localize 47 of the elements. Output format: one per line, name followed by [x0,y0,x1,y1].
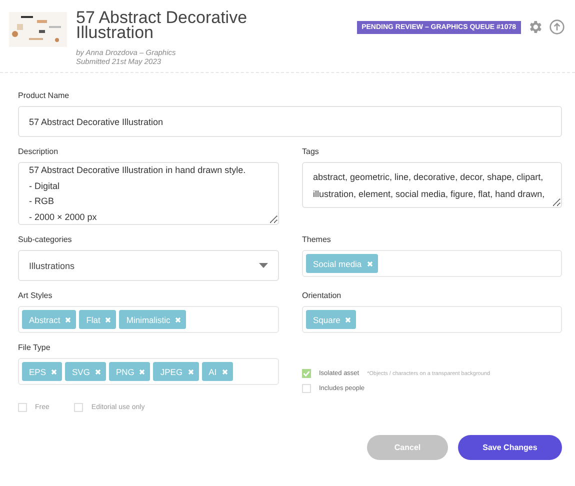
field-label: Orientation [302,291,342,300]
thumbnail-drawing [9,12,67,47]
tag-input[interactable]: Square [302,306,562,333]
field-label: Themes [302,235,332,244]
tag-input[interactable]: EPS SVG PNG JPEG AI [18,358,279,385]
tag-chip[interactable]: Social media [306,254,378,273]
field-label: Tags [302,147,320,156]
tag-chip[interactable]: PNG [108,362,150,381]
remove-icon[interactable] [139,368,146,374]
tag-chip[interactable]: Flat [79,310,116,329]
tag-chip[interactable]: Square [306,310,356,329]
remove-icon[interactable] [94,368,101,374]
remove-icon[interactable] [222,368,228,374]
field-label: Art Styles [18,291,54,300]
field-label: Sub-categories [18,235,73,244]
field-label: File Type [18,343,52,352]
cancel-button[interactable]: Cancel [367,435,448,460]
product-name-field[interactable]: 57 Abstract Decorative Illustration [18,106,562,137]
tag-chip[interactable]: JPEG [153,362,199,381]
settings-icon[interactable] [527,19,543,35]
field-label: Description [18,147,60,156]
remove-icon[interactable] [65,316,72,322]
subcategory-select[interactable]: Illustrations [18,250,279,281]
field-label: Product Name [18,91,70,100]
save-button[interactable]: Save Changes [458,435,562,460]
upload-icon[interactable] [549,19,565,35]
tag-chip[interactable]: Abstract [22,310,76,329]
checkbox[interactable] [302,384,311,393]
remove-icon[interactable] [51,368,58,374]
tag-chip[interactable]: Minimalistic [119,310,186,329]
checkbox[interactable] [74,403,84,412]
description-field[interactable]: 57 Abstract Decorative Illustration in hand drawn style. - Digital - RGB - 2000 × 2000 px [18,162,279,225]
remove-icon[interactable] [105,316,112,322]
checkbox[interactable] [18,403,27,412]
checkbox[interactable] [302,369,311,378]
remove-icon[interactable] [345,316,352,322]
dropdown-caret-icon [259,263,268,268]
tag-chip[interactable]: AI [202,362,233,381]
remove-icon[interactable] [175,316,182,322]
remove-icon[interactable] [188,368,194,374]
tags-field[interactable]: abstract, geometric, line, decorative, decor, shape, clipart, illustration, element, social media, figure, flat, hand drawn, [302,162,562,208]
tag-input[interactable]: Social media [302,250,562,277]
tag-chip[interactable]: SVG [65,362,106,381]
tag-chip[interactable]: EPS [22,362,62,381]
tag-input[interactable]: Abstract Flat Minimalistic [18,306,279,333]
product-title: 57 Abstract Decorative Illustration [76,10,248,40]
remove-icon[interactable] [366,260,373,266]
